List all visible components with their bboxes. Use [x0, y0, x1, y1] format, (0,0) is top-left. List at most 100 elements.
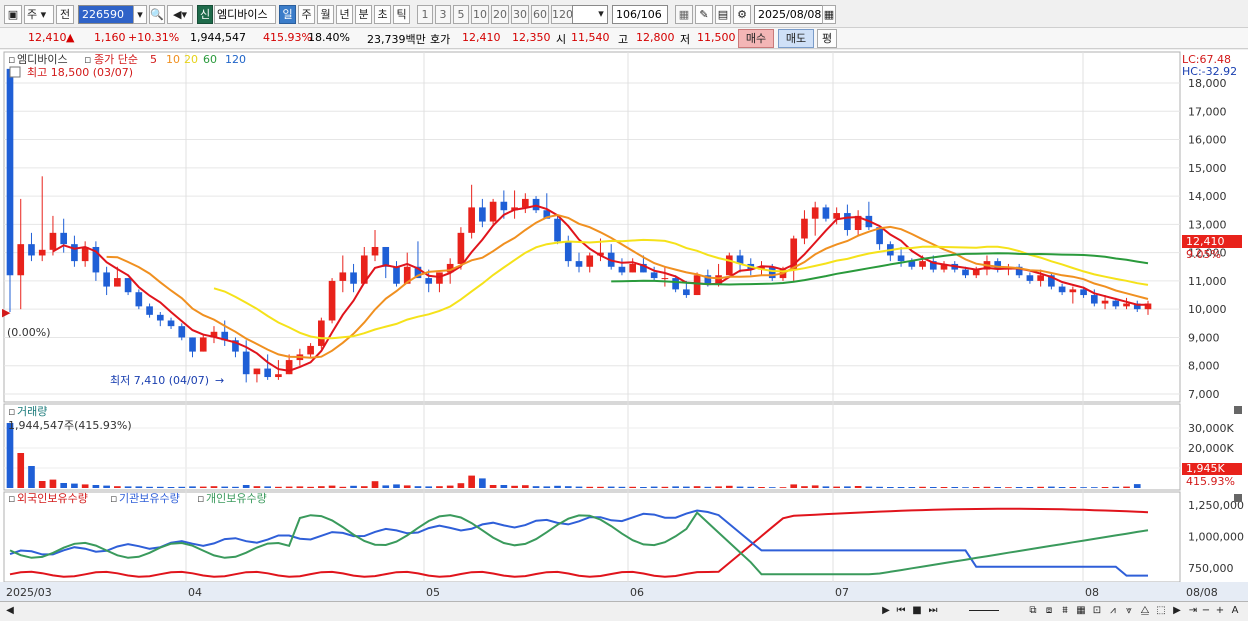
date-input[interactable]: 2025/08/08 [754, 5, 824, 24]
count-field[interactable]: 106/106 [612, 5, 668, 24]
line-icon[interactable]: ⩘ [1106, 605, 1120, 619]
first-icon[interactable]: ⏮ [894, 605, 908, 619]
bid-price: 12,350 [512, 31, 551, 44]
holding-legend-dot-3: ▫ [197, 492, 204, 505]
font-icon[interactable]: A [1228, 605, 1242, 619]
interval-dropdown-icon[interactable]: ▾ [594, 5, 608, 24]
volume-bar [543, 486, 551, 488]
candle-body [575, 261, 583, 267]
interval-button-1[interactable]: 1 [417, 5, 433, 24]
candle-body [661, 278, 669, 280]
save-icon[interactable]: ▤ [715, 5, 731, 24]
volume-bar [854, 486, 862, 488]
candle-body [693, 275, 701, 296]
volume-bar [479, 478, 486, 488]
volume-bar [865, 486, 873, 488]
layout-icon[interactable]: ▣ [4, 5, 22, 24]
candle-body [1026, 275, 1034, 281]
stock-chart[interactable]: 18,00017,00016,00015,00014,00013,00012,0… [0, 50, 1248, 601]
gear-icon[interactable]: ⚙ [733, 5, 751, 24]
holding-panel-close-icon[interactable] [1234, 494, 1242, 502]
period-button-3[interactable]: 년 [336, 5, 353, 24]
speaker-icon[interactable]: ◀▾ [167, 5, 193, 24]
interval-button-120[interactable]: 120 [551, 5, 573, 24]
period-button-2[interactable]: 월 [317, 5, 334, 24]
period-button-4[interactable]: 분 [355, 5, 372, 24]
period-button-5[interactable]: 초 [374, 5, 391, 24]
grid-icon[interactable]: ▦ [675, 5, 693, 24]
eval-button[interactable]: 평 [817, 29, 837, 48]
interval-button-20[interactable]: 20 [491, 5, 509, 24]
candle-body [242, 351, 250, 375]
holding-legend-dot: ▫ [8, 492, 15, 505]
scroll-left-icon[interactable]: ◀ [4, 605, 16, 619]
interval-button-60[interactable]: 60 [531, 5, 549, 24]
volume-panel-close-icon[interactable] [1234, 406, 1242, 414]
volume-bar [114, 486, 121, 488]
volume-bar [275, 486, 282, 488]
volume-bar [747, 486, 755, 488]
candle-body [124, 278, 132, 293]
bar-chart-icon[interactable]: ⩩ [1058, 605, 1072, 619]
candle-icon[interactable]: ⩔ [1122, 605, 1136, 619]
code-dropdown-icon[interactable]: ▾ [133, 5, 147, 24]
legend-dot: ▫ [8, 53, 15, 66]
info-badge[interactable]: 신 [197, 5, 213, 24]
last-icon[interactable]: ⏭ [926, 605, 940, 619]
volume-bar [693, 486, 701, 488]
interval-button-5[interactable]: 5 [453, 5, 469, 24]
stock-code-input[interactable]: 226590 [78, 5, 134, 24]
zoom-out-icon[interactable]: − [1200, 605, 1212, 619]
play-icon[interactable]: ▶ [880, 605, 892, 619]
period-button-6[interactable]: 틱 [393, 5, 410, 24]
stop-icon[interactable]: ■ [910, 605, 924, 619]
copy-icon[interactable]: ⧉ [1026, 605, 1040, 619]
split-icon[interactable]: ⧈ [1042, 605, 1056, 619]
scroll-end-icon[interactable]: ⇥ [1186, 605, 1200, 619]
zoom-in-icon[interactable]: + [1214, 605, 1226, 619]
volume-bar [124, 486, 132, 488]
candle-body [844, 213, 851, 231]
period-prefix-button[interactable]: 전 [56, 5, 74, 24]
interval-button-30[interactable]: 30 [511, 5, 529, 24]
cube-icon[interactable]: ⬚ [1154, 605, 1168, 619]
candle-body [28, 244, 35, 256]
candle-body [479, 207, 486, 222]
volume-bar [597, 486, 604, 488]
sell-button[interactable]: 매도 [778, 29, 814, 48]
period-button-1[interactable]: 주 [298, 5, 315, 24]
candle-body [264, 368, 271, 378]
trade-amount: 23,739백만 [367, 33, 426, 46]
interval-button-3[interactable]: 3 [435, 5, 451, 24]
period-button-0[interactable]: 일 [279, 5, 296, 24]
grid-small-icon[interactable]: ▦ [1074, 605, 1088, 619]
search-icon[interactable]: 🔍 [149, 5, 165, 24]
image-icon[interactable]: ⊡ [1090, 605, 1104, 619]
base-pct-label: (0.00%) [7, 326, 51, 339]
volume-bar [887, 487, 894, 488]
scroll-right-icon[interactable]: ▶ [1170, 605, 1184, 619]
price-change-pct: +10.31% [128, 31, 180, 44]
volume-bar [779, 487, 787, 488]
area-icon[interactable]: ⧋ [1138, 605, 1152, 619]
candle-body [60, 232, 68, 245]
x-axis-label: 2025/03 [6, 586, 52, 599]
volume-bar [328, 485, 336, 488]
candle-body [683, 289, 690, 296]
calendar-small-icon[interactable] [9, 66, 21, 78]
volume-bar [1101, 487, 1109, 488]
volume-bar [1080, 487, 1087, 488]
zoom-slider[interactable]: ⎯⎯⎯⎯⎯⎯ [946, 605, 1022, 619]
draw-icon[interactable]: ✎ [695, 5, 713, 24]
volume-bar [994, 487, 1002, 488]
interval-button-10[interactable]: 10 [471, 5, 489, 24]
candle-body [1069, 289, 1077, 293]
legend-individual: 개인보유수량 [206, 492, 267, 505]
candle-body [6, 68, 14, 276]
chart-area[interactable]: 18,000 17,000 16,000 15,000 14,000 13,000 12,0… [0, 50, 1248, 601]
price-y-tick: 17,000 [1188, 105, 1227, 118]
calendar-icon[interactable]: ▦ [822, 5, 836, 24]
buy-button[interactable]: 매수 [738, 29, 774, 48]
volume-bar [962, 487, 969, 488]
market-select[interactable]: 주 ▾ [24, 5, 54, 24]
